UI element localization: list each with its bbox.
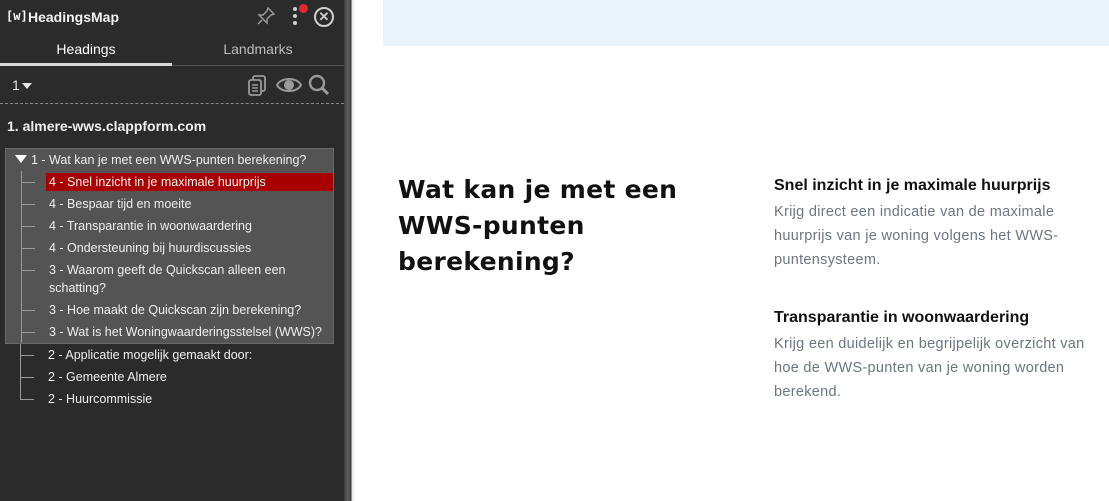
tab-headings[interactable]: Headings — [0, 36, 172, 66]
tree-node[interactable]: 3 - Waarom geeft de Quickscan alleen een… — [6, 259, 333, 299]
tree-node-label: 3 - Hoe maakt de Quickscan zijn berekeni… — [49, 303, 302, 317]
tree-node[interactable]: 2 - Applicatie mogelijk gemaakt door: — [5, 344, 334, 366]
top-banner — [383, 0, 1109, 46]
panel-toolbar: 1 — [0, 68, 344, 104]
tree-node-label: 4 - Ondersteuning bij huurdiscussies — [49, 241, 252, 255]
close-icon[interactable]: ✕ — [314, 7, 334, 27]
tab-landmarks[interactable]: Landmarks — [172, 36, 344, 66]
tree-node[interactable]: 3 - Hoe maakt de Quickscan zijn berekeni… — [6, 299, 333, 321]
tree-node[interactable]: 4 - Transparantie in woonwaardering — [6, 215, 333, 237]
tree-node-label: 2 - Huurcommissie — [48, 392, 153, 406]
tree-node-active[interactable]: 4 - Snel inzicht in je maximale huurprij… — [6, 171, 333, 193]
heading-group: 1 - Wat kan je met een WWS-punten bereke… — [5, 148, 334, 344]
feature-block: Snel inzicht in je maximale huurprijs Kr… — [774, 177, 1104, 272]
panel-title: HeadingsMap — [28, 9, 120, 25]
pin-icon[interactable] — [256, 6, 276, 26]
panel-tabs: Headings Landmarks — [0, 36, 344, 66]
feature-text: Krijg direct een indicatie van de maxima… — [774, 204, 1059, 268]
level-select[interactable]: 1 — [12, 77, 32, 93]
feature-title: Snel inzicht in je maximale huurprijs — [774, 177, 1051, 194]
panel-resize-handle[interactable] — [344, 0, 356, 501]
eye-icon[interactable] — [275, 74, 303, 96]
level-select-value: 1 — [12, 77, 20, 93]
feature-title: Transparantie in woonwaardering — [774, 309, 1030, 326]
tree-node[interactable]: 3 - Wat is het Woningwaarderingsstelsel … — [6, 321, 333, 343]
headings-tree: 1 - Wat kan je met een WWS-punten bereke… — [5, 148, 334, 410]
headingsmap-logo-icon: [w] — [6, 9, 28, 23]
tree-node-label: 2 - Gemeente Almere — [48, 370, 167, 384]
copy-icon[interactable] — [246, 74, 270, 96]
tree-node[interactable]: 2 - Gemeente Almere — [5, 366, 334, 388]
tree-node-label: 3 - Wat is het Woningwaarderingsstelsel … — [49, 325, 323, 339]
tree-node-label: 2 - Applicatie mogelijk gemaakt door: — [48, 348, 253, 362]
tree-node-label: 4 - Snel inzicht in je maximale huurprij… — [46, 173, 333, 191]
expand-triangle-icon[interactable] — [15, 155, 27, 163]
feature-text: Krijg een duidelijk en begrijpelijk over… — [774, 336, 1085, 400]
tree-node-label: 4 - Bespaar tijd en moeite — [49, 197, 192, 211]
document-domain: 1. almere-wws.clappform.com — [7, 118, 207, 134]
tree-node-h1[interactable]: 1 - Wat kan je met een WWS-punten bereke… — [6, 149, 333, 171]
tree-node[interactable]: 2 - Huurcommissie — [5, 388, 334, 410]
feature-block: Transparantie in woonwaardering Krijg ee… — [774, 309, 1104, 404]
heading-group-outside: 2 - Applicatie mogelijk gemaakt door: 2 … — [5, 344, 334, 410]
headingsmap-panel: [w] HeadingsMap ✕ Headings Landmarks 1 1… — [0, 0, 344, 501]
caret-down-icon — [21, 83, 32, 90]
tree-node-label: 1 - Wat kan je met een WWS-punten bereke… — [31, 153, 307, 167]
notification-dot — [299, 4, 308, 13]
search-icon[interactable] — [307, 74, 331, 96]
tree-node[interactable]: 4 - Ondersteuning bij huurdiscussies — [6, 237, 333, 259]
tree-node-label: 4 - Transparantie in woonwaardering — [49, 219, 252, 233]
tree-node-label: 3 - Waarom geeft de Quickscan alleen een… — [49, 263, 286, 295]
tree-node[interactable]: 4 - Bespaar tijd en moeite — [6, 193, 333, 215]
panel-titlebar: [w] HeadingsMap ✕ — [0, 0, 344, 34]
section-heading: Wat kan je met een WWS-punten berekening… — [398, 175, 678, 276]
